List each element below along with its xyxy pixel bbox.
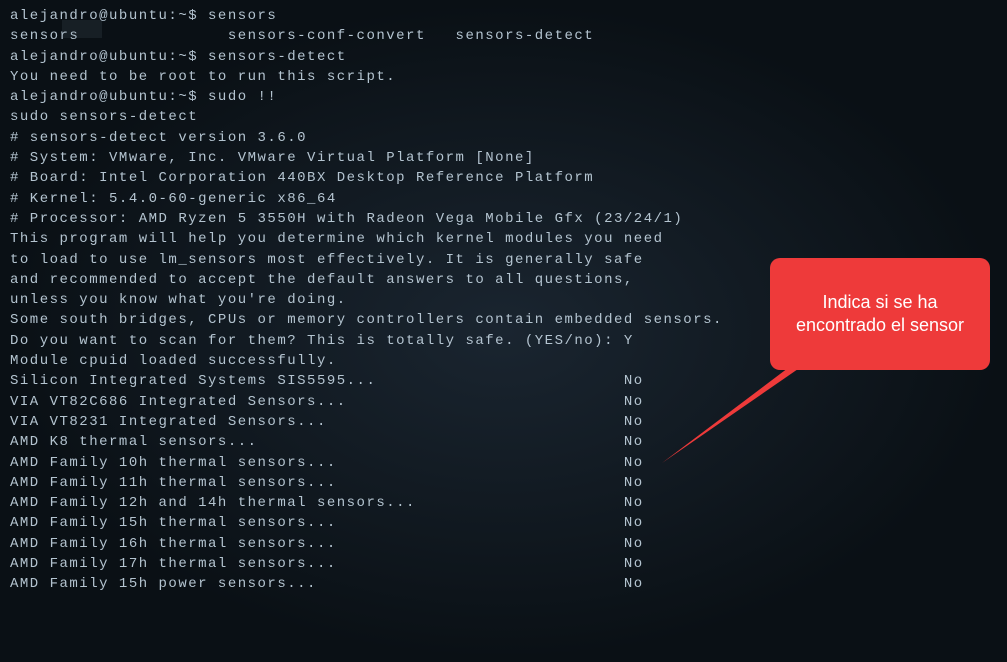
sensor-row: VIA VT82C686 Integrated Sensors... No [10,392,997,412]
sensor-row: VIA VT8231 Integrated Sensors... No [10,412,997,432]
root-required-message: You need to be root to run this script. [10,67,997,87]
sensor-row: AMD Family 17h thermal sensors... No [10,554,997,574]
sensor-row: AMD Family 15h power sensors... No [10,574,997,594]
system-line: # System: VMware, Inc. VMware Virtual Pl… [10,148,997,168]
sensor-row: AMD Family 10h thermal sensors... No [10,453,997,473]
sudo-echo-line: sudo sensors-detect [10,107,997,127]
sensor-row: Silicon Integrated Systems SIS5595... No [10,371,997,391]
sensor-row: AMD Family 16h thermal sensors... No [10,534,997,554]
sensor-detection-list: Silicon Integrated Systems SIS5595... No… [10,371,997,594]
kernel-line: # Kernel: 5.4.0-60-generic x86_64 [10,189,997,209]
southbridge-text-1: Some south bridges, CPUs or memory contr… [10,310,997,330]
version-line: # sensors-detect version 3.6.0 [10,128,997,148]
prompt-line-3: alejandro@ubuntu:~$ sudo !! [10,87,997,107]
sensor-row: AMD Family 11h thermal sensors... No [10,473,997,493]
module-loaded-line: Module cpuid loaded successfully. [10,351,997,371]
scan-prompt[interactable]: Do you want to scan for them? This is to… [10,331,997,351]
sensor-row: AMD Family 12h and 14h thermal sensors..… [10,493,997,513]
prompt-line-2: alejandro@ubuntu:~$ sensors-detect [10,47,997,67]
sensor-row: AMD K8 thermal sensors... No [10,432,997,452]
tab-completion-line: sensors sensors-conf-convert sensors-det… [10,26,997,46]
terminal-output[interactable]: alejandro@ubuntu:~$ sensors sensors sens… [10,6,997,595]
processor-line: # Processor: AMD Ryzen 5 3550H with Rade… [10,209,997,229]
help-text-3: and recommended to accept the default an… [10,270,997,290]
help-text-2: to load to use lm_sensors most effective… [10,250,997,270]
board-line: # Board: Intel Corporation 440BX Desktop… [10,168,997,188]
sensor-row: AMD Family 15h thermal sensors... No [10,513,997,533]
help-text-1: This program will help you determine whi… [10,229,997,249]
help-text-4: unless you know what you're doing. [10,290,997,310]
prompt-line-1: alejandro@ubuntu:~$ sensors [10,6,997,26]
